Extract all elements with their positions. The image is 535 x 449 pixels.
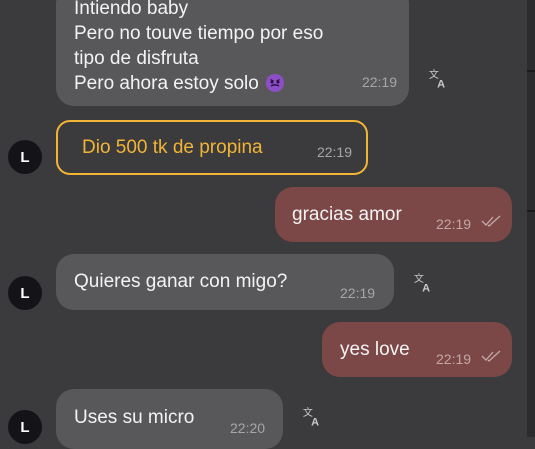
double-check-icon [481,350,501,362]
svg-text:A: A [437,78,445,90]
svg-text:A: A [422,282,430,294]
avatar[interactable]: L [8,140,42,174]
message-line-text: Pero ahora estoy solo [74,73,259,94]
devil-emoji-icon [266,74,285,92]
message-time: 22:19 [436,216,472,232]
divider [527,70,535,72]
message-time: 22:19 [316,144,352,160]
message-time: 22:20 [230,420,266,436]
message-text: yes love [340,339,410,360]
double-check-icon [481,215,501,227]
divider [527,210,535,212]
message-line: Pero no touve tiempo por eso [74,23,324,44]
avatar[interactable]: L [8,410,42,444]
message-time: 22:19 [340,285,376,301]
translate-icon[interactable]: 文 A [302,406,324,428]
message-line: Pero ahora estoy solo [74,71,391,96]
svg-text:A: A [311,416,319,428]
tip-notification: Dio 500 tk de propina 22:19 [56,120,368,175]
message-line: tipo de disfruta [74,48,199,69]
message-text: Uses su micro [74,407,195,428]
message-time: 22:19 [436,351,472,367]
translate-icon[interactable]: 文 A [413,272,435,294]
side-panel-edge [527,0,535,437]
message-text: Quieres ganar con migo? [74,271,288,292]
tip-text: Dio 500 tk de propina [82,137,263,158]
message-bubble[interactable]: yes love 22:19 [322,322,512,377]
message-line: Intiendo baby [74,0,189,19]
message-time: 22:19 [361,74,397,90]
message-bubble[interactable]: Uses su micro 22:20 [56,389,283,449]
message-text: gracias amor [292,204,402,225]
translate-icon[interactable]: 文 A [428,68,450,90]
message-bubble[interactable]: gracias amor 22:19 [275,187,512,242]
message-bubble[interactable]: Intiendo baby Pero no touve tiempo por e… [56,0,409,106]
message-bubble[interactable]: Quieres ganar con migo? 22:19 [56,254,394,310]
chat-area: Intiendo baby Pero no touve tiempo por e… [0,0,527,449]
avatar[interactable]: L [8,276,42,310]
